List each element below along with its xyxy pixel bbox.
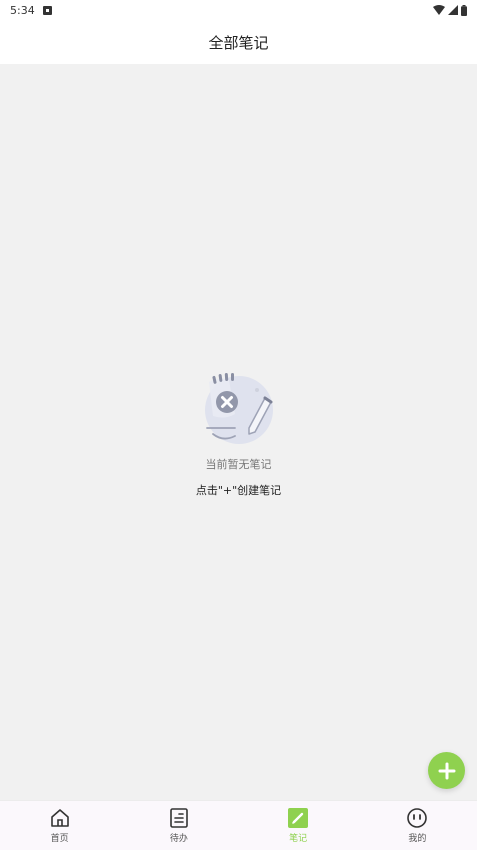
page-title: 全部笔记 [208, 33, 269, 52]
profile-icon [406, 807, 428, 829]
nav-label-notes: 笔记 [289, 834, 308, 844]
wifi-icon [433, 5, 445, 15]
battery-icon [461, 4, 467, 16]
bottom-nav: 首页 待办 笔记 我的 [0, 800, 477, 850]
plus-icon [438, 762, 455, 779]
status-bar: 5:34 [0, 0, 477, 20]
nav-label-todo: 待办 [169, 834, 188, 844]
app-header: 全部笔记 [0, 20, 477, 64]
empty-hint: 点击"+"创建笔记 [195, 484, 282, 497]
nav-item-profile[interactable]: 我的 [358, 801, 477, 850]
nav-item-todo[interactable]: 待办 [119, 801, 238, 850]
notification-icon [42, 5, 52, 15]
nav-label-home: 首页 [50, 834, 69, 844]
empty-state: 当前暂无笔记 点击"+"创建笔记 [0, 370, 477, 498]
add-note-button[interactable] [428, 752, 465, 789]
nav-item-notes[interactable]: 笔记 [239, 801, 358, 850]
empty-title: 当前暂无笔记 [205, 458, 272, 471]
signal-icon [448, 5, 458, 15]
todo-icon [168, 807, 190, 829]
status-left: 5:34 [10, 4, 52, 17]
empty-notes-illustration [204, 372, 273, 444]
home-icon [49, 807, 71, 829]
status-right [433, 4, 467, 16]
nav-item-home[interactable]: 首页 [0, 801, 119, 850]
status-time: 5:34 [10, 3, 35, 17]
nav-label-profile: 我的 [408, 834, 427, 844]
note-icon [287, 807, 309, 829]
